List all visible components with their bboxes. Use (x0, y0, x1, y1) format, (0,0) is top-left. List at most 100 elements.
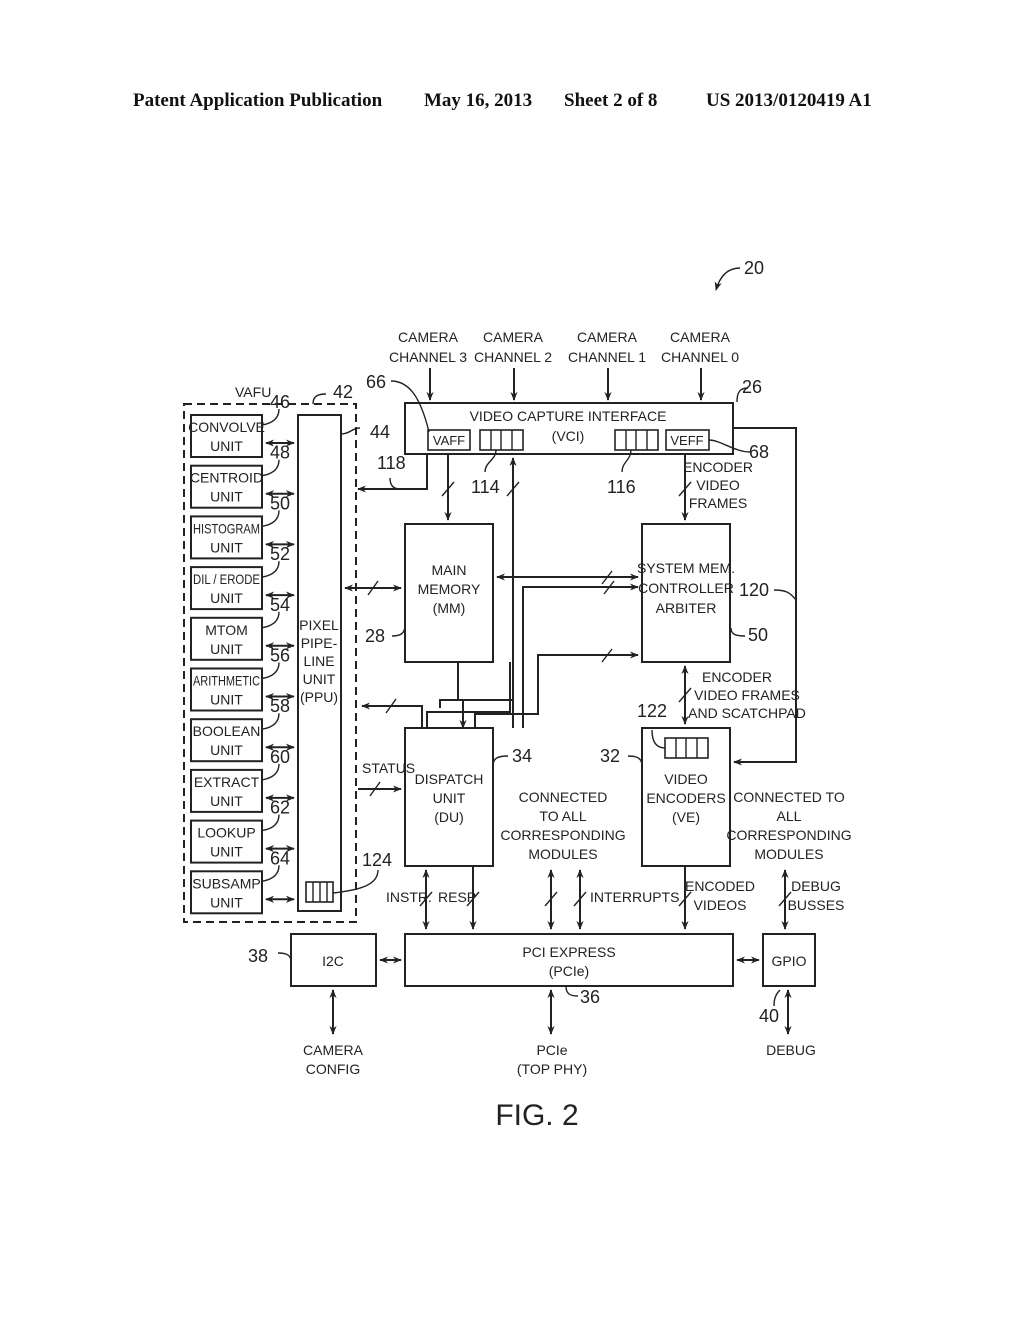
ref-124: 124 (362, 850, 392, 870)
unit-label: ARITHMETIC (193, 673, 260, 689)
ref-38: 38 (248, 946, 268, 966)
ref-36: 36 (580, 987, 600, 1007)
ref-50-smc: 50 (748, 625, 768, 645)
camera-channel-1: CAMERA CHANNEL 1 (568, 329, 646, 401)
unit-label: MTOM (205, 622, 248, 638)
unit-label: BOOLEAN (193, 723, 261, 739)
vci-subtitle: (VCI) (552, 428, 585, 444)
smc-label: ARBITER (656, 600, 717, 616)
unit-label: UNIT (210, 894, 243, 910)
unit-ref: 58 (270, 696, 290, 716)
encoder-scratchpad-label: AND SCATCHPAD (688, 705, 806, 721)
vci-title: VIDEO CAPTURE INTERFACE (470, 408, 667, 424)
note-line: CONNECTED TO (733, 789, 845, 805)
unit-label: UNIT (210, 438, 243, 454)
unit-label: UNIT (210, 489, 243, 505)
encoder-video-frames-label: FRAMES (689, 495, 747, 511)
figure-caption: FIG. 2 (495, 1099, 578, 1132)
unit-label: CONVOLVE (188, 419, 265, 435)
unit-label: CENTROID (190, 470, 263, 486)
pci-express: PCI EXPRESS (PCIe) (404, 933, 734, 987)
pcie-phy-label: (TOP PHY) (517, 1061, 587, 1077)
unit-ref: 52 (270, 544, 290, 564)
note-line: ALL (777, 808, 802, 824)
unit-label: UNIT (210, 742, 243, 758)
pixel-pipeline-unit: PIXEL PIPE- LINE UNIT (PPU) (297, 414, 342, 912)
camera-channel-label: CHANNEL 0 (661, 349, 739, 365)
vaff-label: VAFF (433, 433, 465, 448)
note-line: MODULES (528, 846, 597, 862)
ref-114: 114 (471, 477, 500, 497)
ve-label: ENCODERS (646, 790, 725, 806)
encoder-video-frames-label: ENCODER (683, 459, 753, 475)
camera-channel-label: CAMERA (398, 329, 459, 345)
note-line: CORRESPONDING (726, 827, 851, 843)
pcie-title: PCI EXPRESS (522, 944, 615, 960)
resp-label: RESP (438, 889, 476, 905)
unit-label: HISTOGRAM (193, 520, 260, 536)
note-line: CONNECTED (519, 789, 608, 805)
camera-channel-0: CAMERA CHANNEL 0 (661, 329, 739, 401)
ref-40: 40 (759, 1006, 779, 1026)
unit-ref: 64 (270, 848, 290, 868)
i2c: I2C (290, 933, 377, 987)
fifo-buffer-116 (614, 429, 659, 451)
interrupts-label: INTERRUPTS (590, 889, 679, 905)
veff-label: VEFF (670, 433, 703, 448)
unit-ref: 62 (270, 798, 290, 818)
connected-center-note: CONNECTED TO ALL CORRESPONDING MODULES (500, 789, 625, 862)
encoder-scratchpad-label: VIDEO FRAMES (694, 687, 800, 703)
camera-channel-label: CAMERA (670, 329, 731, 345)
unit-label: EXTRACT (194, 774, 260, 790)
fifo-buffer-122 (664, 737, 709, 759)
unit-label: UNIT (210, 641, 243, 657)
unit-ref: 60 (270, 747, 290, 767)
camera-channel-label: CHANNEL 2 (474, 349, 552, 365)
du-label: UNIT (433, 790, 466, 806)
connected-right-note: CONNECTED TO ALL CORRESPONDING MODULES (726, 789, 851, 862)
video-capture-interface: VIDEO CAPTURE INTERFACE (VCI) VAFF VEFF (404, 402, 734, 455)
system-ref: 20 (714, 258, 764, 291)
du-label: DISPATCH (415, 771, 484, 787)
unit-label: UNIT (210, 590, 243, 606)
unit-ref: 50 (270, 493, 290, 513)
ref-116: 116 (607, 477, 636, 497)
ppu-label: PIXEL (299, 617, 339, 633)
du-label: (DU) (434, 809, 464, 825)
mm-label: (MM) (433, 600, 466, 616)
unit-label: UNIT (210, 692, 243, 708)
smc-label: CONTROLLER (638, 580, 734, 596)
mm-label: MEMORY (418, 581, 481, 597)
video-encoders: VIDEO ENCODERS (VE) (641, 727, 731, 867)
dispatch-unit: DISPATCH UNIT (DU) (404, 727, 494, 867)
vafu-units: CONVOLVE UNIT 46 CENTROID UNIT 48 HISTOGRAM UNI… (188, 392, 295, 915)
pcie-phy-label: PCIe (536, 1042, 567, 1058)
debug-busses-label: BUSSES (788, 897, 845, 913)
ppu-label: PIPE- (301, 635, 338, 651)
camera-channel-label: CAMERA (577, 329, 638, 345)
camera-channel-label: CAMERA (483, 329, 544, 345)
main-memory: MAIN MEMORY (MM) (404, 523, 494, 663)
unit-label: UNIT (210, 539, 243, 555)
mm-label: MAIN (432, 562, 467, 578)
gpio: GPIO (762, 933, 816, 987)
ref-44: 44 (370, 422, 390, 442)
smc-label: SYSTEM MEM. (637, 560, 735, 576)
unit-label: UNIT (210, 793, 243, 809)
ppu-label: LINE (303, 653, 334, 669)
ppu-label: UNIT (303, 671, 336, 687)
camera-channel-3: CAMERA CHANNEL 3 (389, 329, 467, 401)
fifo-buffer-114 (479, 429, 524, 451)
unit-ref: 48 (270, 443, 290, 463)
ref-34: 34 (512, 746, 532, 766)
status-label: STATUS (362, 760, 415, 776)
unit-label: SUBSAMP (192, 875, 260, 891)
ref-32: 32 (600, 746, 620, 766)
note-line: TO ALL (539, 808, 586, 824)
unit-ref: 46 (270, 392, 290, 412)
instr-label: INSTR. (386, 889, 432, 905)
debug-busses-label: DEBUG (791, 878, 841, 894)
debug-label: DEBUG (766, 1042, 816, 1058)
unit-label: DIL / ERODE (193, 571, 260, 587)
system-ref-label: 20 (744, 258, 764, 278)
